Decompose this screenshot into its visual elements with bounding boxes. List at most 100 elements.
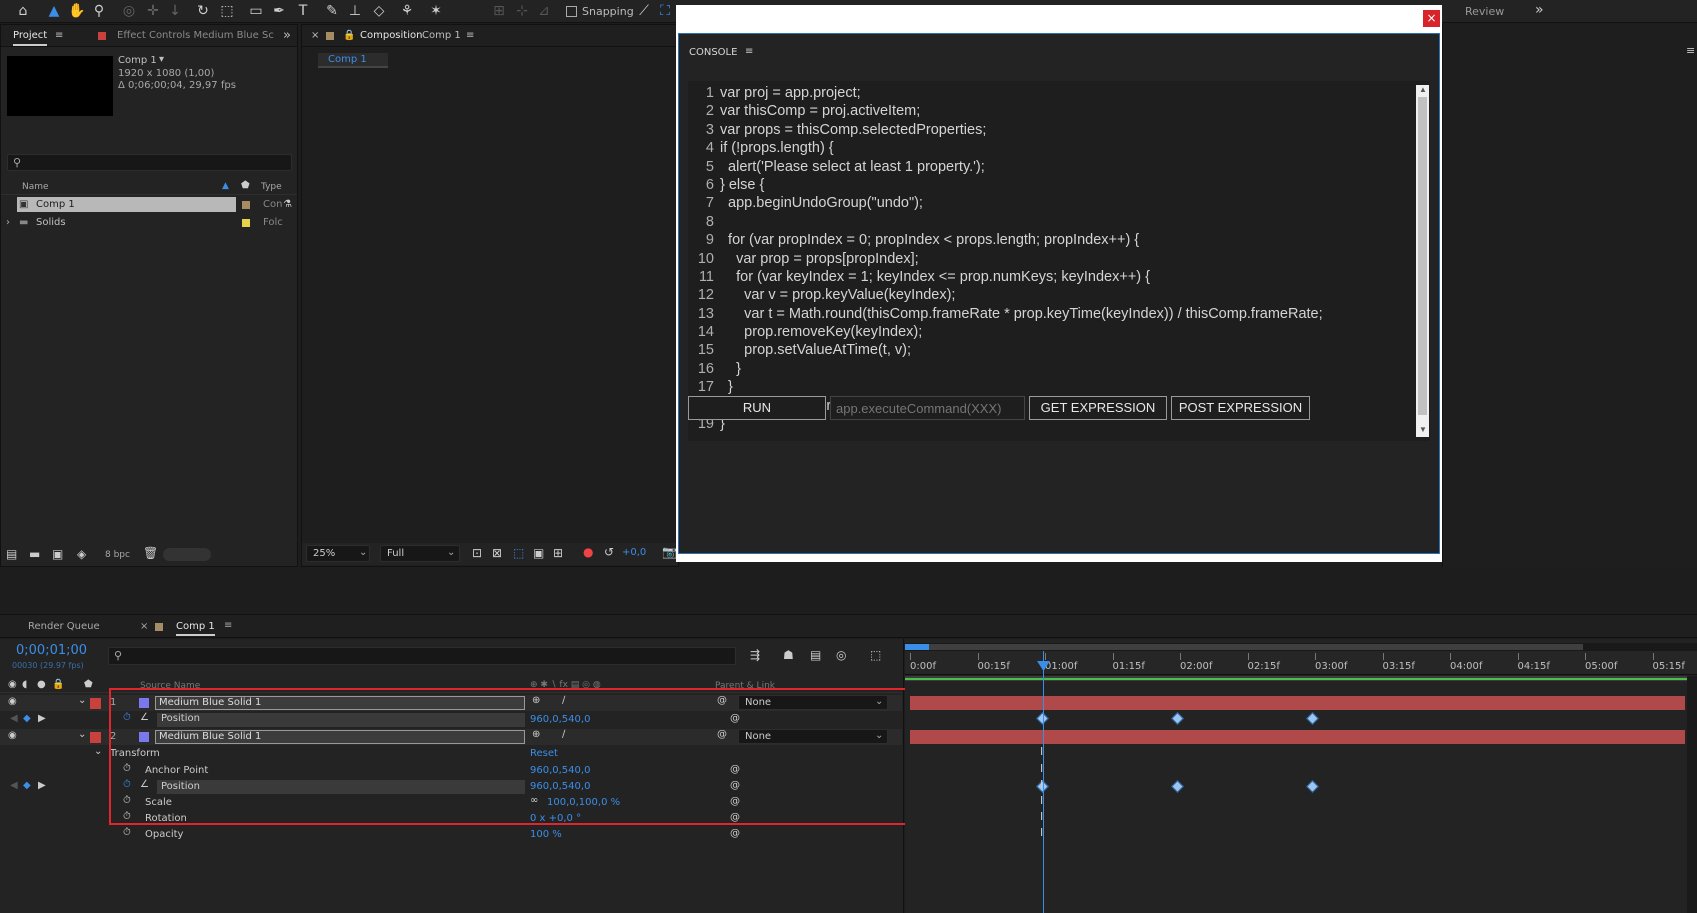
stopwatch-icon[interactable]: ⏱	[123, 712, 131, 723]
transform-property-row[interactable]: ⏱ Opacity 100 % @	[0, 827, 902, 843]
selection-tool-icon[interactable]: ▲	[45, 2, 63, 20]
expand-arrow-icon[interactable]: ⌄	[78, 729, 86, 740]
shy-layers-icon[interactable]: ☗	[783, 648, 794, 662]
reset-link[interactable]: Reset	[530, 748, 558, 759]
project-item-solids[interactable]: › ▬ Solids Folc	[1, 215, 297, 230]
layer-bar-2[interactable]	[910, 730, 1685, 744]
pan-behind-tool-icon[interactable]: ⬚	[218, 2, 236, 20]
composition-menu-icon[interactable]: ≡	[466, 30, 474, 41]
dolly-tool-icon[interactable]: ↓	[166, 2, 184, 20]
type-tool-icon[interactable]: T	[294, 2, 312, 20]
property-value[interactable]: 960,0,540,0	[530, 714, 590, 725]
transform-property-row[interactable]: ⏱ Scale ∞ 100,0,100,0 % @	[0, 795, 902, 811]
quality-icon[interactable]: ∕	[562, 695, 565, 706]
transform-property-row[interactable]: ⏱ Rotation 0 x +0,0 ° @	[0, 811, 902, 827]
hand-tool-icon[interactable]: ✋	[68, 2, 86, 20]
resolution-dropdown[interactable]: Full ⌄	[380, 545, 460, 562]
audio-icon[interactable]: ◖	[22, 679, 27, 690]
panel-overflow-icon[interactable]: »	[283, 28, 291, 43]
video-eye-icon[interactable]: ◉	[8, 696, 17, 707]
code-line[interactable]: for (var propIndex = 0; propIndex < prop…	[720, 232, 1410, 250]
get-expression-button[interactable]: GET EXPRESSION	[1029, 396, 1167, 420]
layer-bar-1[interactable]	[910, 696, 1685, 710]
roto-brush-tool-icon[interactable]: ⚘	[398, 2, 416, 20]
tab-composition-name[interactable]: Comp 1	[422, 30, 461, 41]
snapshot-icon[interactable]: 📷	[662, 545, 677, 559]
home-icon[interactable]: ⌂	[14, 2, 32, 20]
item-label-swatch[interactable]	[242, 201, 250, 209]
expand-icon[interactable]: ⛶	[656, 2, 674, 20]
frame-blending-icon[interactable]: ▤	[810, 648, 821, 662]
prev-keyframe-icon[interactable]: ◀	[10, 780, 18, 791]
transform-property-row[interactable]: ◀ ◆ ▶ ∠ ⏱ Position 960,0,540,0 @	[0, 779, 902, 795]
panel-menu-icon[interactable]: ≡	[1686, 44, 1695, 57]
layer-label-swatch[interactable]	[90, 698, 101, 709]
layer-name-field[interactable]: Medium Blue Solid 1	[155, 730, 525, 744]
eraser-tool-icon[interactable]: ◇	[370, 2, 388, 20]
workspace-review[interactable]: Review	[1465, 5, 1504, 18]
pickwhip-icon[interactable]: @	[717, 729, 727, 740]
render-settings-icon[interactable]: ◈	[77, 547, 86, 561]
project-search-input[interactable]: ⚲	[7, 154, 292, 171]
parent-dropdown[interactable]: None ⌄	[738, 729, 888, 744]
editor-scrollbar[interactable]: ▲ ▼	[1416, 85, 1429, 437]
timeline-vertical-scrollbar[interactable]	[1687, 676, 1697, 913]
keyframe-diamond[interactable]	[1171, 712, 1184, 725]
brush-tool-icon[interactable]: ✎	[323, 2, 341, 20]
mask-visibility-icon[interactable]: ⬚	[513, 546, 524, 560]
console-menu-icon[interactable]: ≡	[745, 46, 753, 57]
orbit-tool-icon[interactable]: ◎	[120, 2, 138, 20]
code-line[interactable]: var proj = app.project;	[720, 85, 1410, 103]
code-content[interactable]: var proj = app.project; var thisComp = pr…	[720, 85, 1410, 434]
work-area-range[interactable]	[929, 644, 1583, 650]
code-line[interactable]	[720, 214, 1410, 232]
layer-row-1[interactable]: ◉ ⌄ 1 Medium Blue Solid 1 ⊕ ∕ @ None ⌄	[0, 695, 902, 711]
tab-effect-controls[interactable]: Effect Controls Medium Blue Sc	[117, 30, 274, 41]
expression-pickwhip-icon[interactable]: @	[730, 796, 740, 807]
code-line[interactable]: }	[720, 379, 1410, 397]
code-line[interactable]: if (!props.length) {	[720, 140, 1410, 158]
stopwatch-icon[interactable]: ⏱	[123, 763, 131, 774]
comp-viewer-tab[interactable]: Comp 1	[318, 53, 388, 68]
code-line[interactable]: var props = thisComp.selectedProperties;	[720, 122, 1410, 140]
tab-composition-prefix[interactable]: Composition	[360, 30, 422, 41]
region-of-interest-icon[interactable]: ▣	[533, 546, 544, 560]
expand-arrow-icon[interactable]: ›	[6, 215, 10, 230]
project-menu-icon[interactable]: ≡	[55, 30, 63, 41]
transform-property-row[interactable]: ⏱ Anchor Point 960,0,540,0 @	[0, 763, 902, 779]
tab-project[interactable]: Project	[13, 30, 48, 46]
run-button[interactable]: RUN	[688, 396, 826, 420]
code-line[interactable]: alert('Please select at least 1 property…	[720, 159, 1410, 177]
property-value[interactable]: 0 x +0,0 °	[530, 813, 581, 824]
console-window-titlebar[interactable]: ×	[676, 5, 1442, 30]
layer-label-swatch[interactable]	[90, 732, 101, 743]
scroll-down-icon[interactable]: ▼	[1419, 425, 1427, 434]
command-input[interactable]	[830, 396, 1025, 420]
stopwatch-icon[interactable]: ⏱	[123, 827, 131, 838]
stopwatch-icon[interactable]: ⏱	[123, 795, 131, 806]
property-value[interactable]: 100 %	[530, 829, 562, 840]
layer-name-field[interactable]: Medium Blue Solid 1	[155, 696, 525, 710]
item-label-swatch[interactable]	[242, 219, 250, 227]
channel-icon[interactable]: ●	[583, 545, 593, 559]
layer-1-position-row[interactable]: ◀ ◆ ▶ ⏱ ∠ Position 960,0,540,0 @	[0, 712, 902, 728]
magnification-dropdown[interactable]: 25% ⌄	[306, 545, 370, 562]
work-area-bar[interactable]	[905, 643, 1697, 651]
zoom-slider[interactable]	[163, 548, 211, 561]
next-keyframe-icon[interactable]: ▶	[38, 713, 46, 724]
next-keyframe-icon[interactable]: ▶	[38, 780, 46, 791]
pickwhip-icon[interactable]: @	[717, 695, 727, 706]
fast-previews-icon[interactable]: ⊡	[472, 546, 482, 560]
property-value[interactable]: 960,0,540,0	[530, 765, 590, 776]
video-eye-icon[interactable]: ◉	[8, 730, 17, 741]
code-editor[interactable]: 12345678910111213141516171819 var proj =…	[688, 81, 1430, 441]
post-expression-button[interactable]: POST EXPRESSION	[1171, 396, 1310, 420]
current-time[interactable]: 0;00;01;00	[16, 643, 87, 658]
transform-group-row[interactable]: ⌄ Transform Reset	[0, 746, 902, 762]
stopwatch-icon[interactable]: ⏱	[123, 811, 131, 822]
code-line[interactable]: var prop = props[propIndex];	[720, 251, 1410, 269]
code-line[interactable]: prop.setValueAtTime(t, v);	[720, 342, 1410, 360]
trash-icon[interactable]: 🗑	[143, 546, 158, 560]
code-line[interactable]: app.beginUndoGroup("undo");	[720, 195, 1410, 213]
workspace-more-icon[interactable]: »	[1535, 2, 1544, 18]
